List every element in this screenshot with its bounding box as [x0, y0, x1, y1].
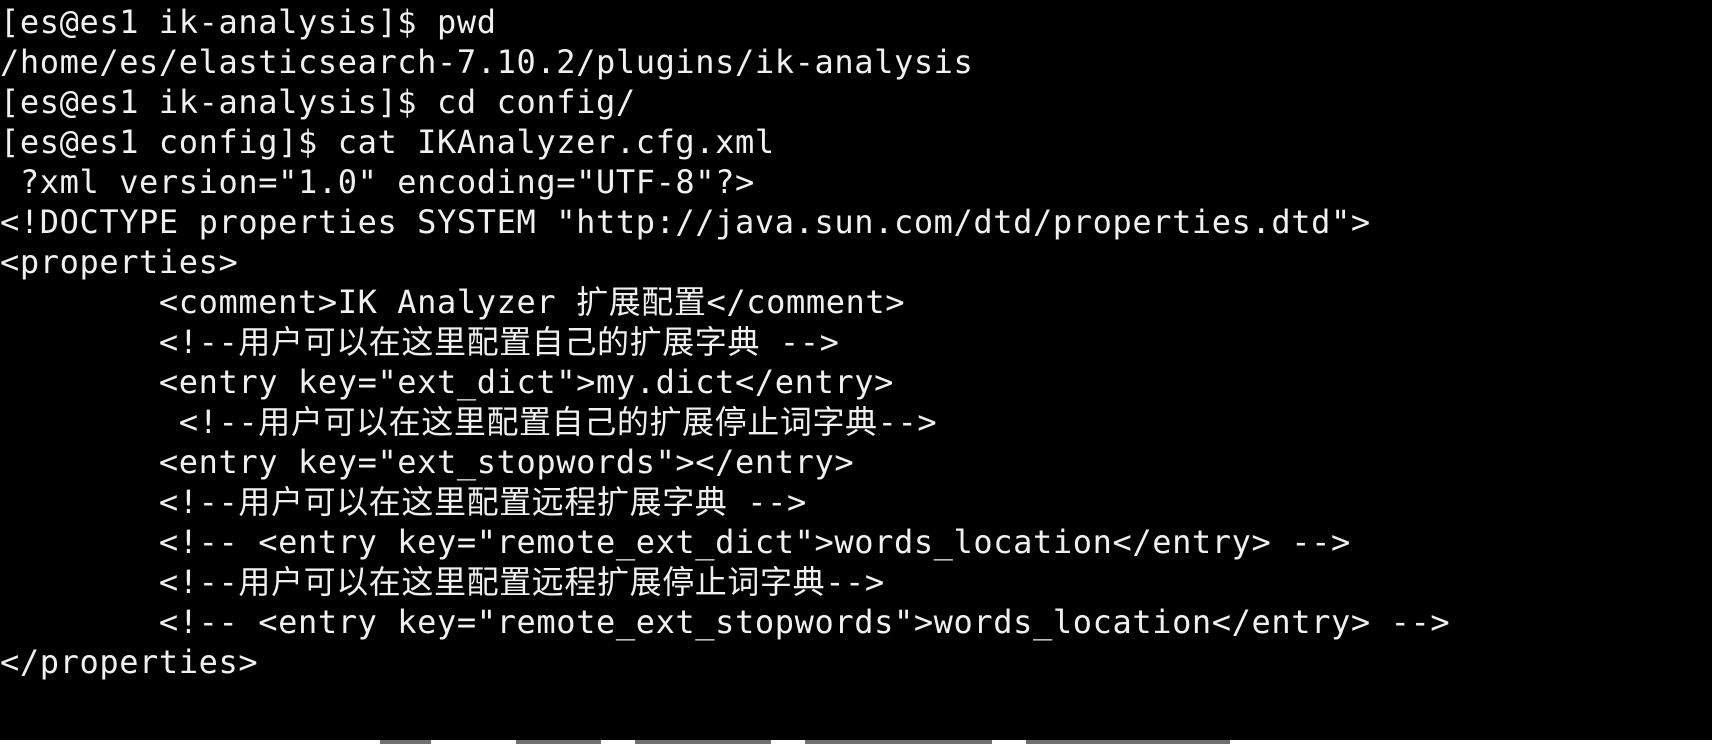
- cropped-caption-remnant: [380, 740, 1230, 744]
- terminal-window[interactable]: [es@es1 ik-analysis]$ pwd /home/es/elast…: [0, 0, 1712, 752]
- terminal-output: [es@es1 ik-analysis]$ pwd /home/es/elast…: [0, 0, 1712, 740]
- terminal-line-comment: <comment>IK Analyzer 扩展配置</comment>: [0, 283, 906, 321]
- terminal-line-note-ext-dict: <!--用户可以在这里配置自己的扩展字典 -->: [0, 323, 840, 361]
- terminal-line-pwd-output: /home/es/elasticsearch-7.10.2/plugins/ik…: [0, 43, 974, 81]
- terminal-line-entry-remote-stopwords: <!-- <entry key="remote_ext_stopwords">w…: [0, 603, 1451, 641]
- terminal-line-note-remote-dict: <!--用户可以在这里配置远程扩展字典 -->: [0, 483, 807, 521]
- terminal-line-note-ext-stopwords: <!--用户可以在这里配置自己的扩展停止词字典-->: [0, 403, 938, 441]
- terminal-line-prompt-cat: [es@es1 config]$ cat IKAnalyzer.cfg.xml: [0, 123, 775, 161]
- terminal-line-xml-declaration: ?xml version="1.0" encoding="UTF-8"?>: [0, 163, 755, 201]
- terminal-line-prompt-pwd: [es@es1 ik-analysis]$ pwd: [0, 3, 497, 41]
- terminal-line-doctype: <!DOCTYPE properties SYSTEM "http://java…: [0, 203, 1371, 241]
- terminal-line-entry-remote-dict: <!-- <entry key="remote_ext_dict">words_…: [0, 523, 1351, 561]
- terminal-line-entry-ext-dict: <entry key="ext_dict">my.dict</entry>: [0, 363, 894, 401]
- terminal-line-entry-ext-stopwords: <entry key="ext_stopwords"></entry>: [0, 443, 855, 481]
- terminal-line-properties-open: <properties>: [0, 243, 239, 281]
- terminal-line-prompt-cd: [es@es1 ik-analysis]$ cd config/: [0, 83, 636, 121]
- terminal-line-properties-close: </properties>: [0, 643, 259, 681]
- terminal-line-note-remote-stopwords: <!--用户可以在这里配置远程扩展停止词字典-->: [0, 563, 885, 601]
- cropped-caption-strip: [0, 740, 1712, 752]
